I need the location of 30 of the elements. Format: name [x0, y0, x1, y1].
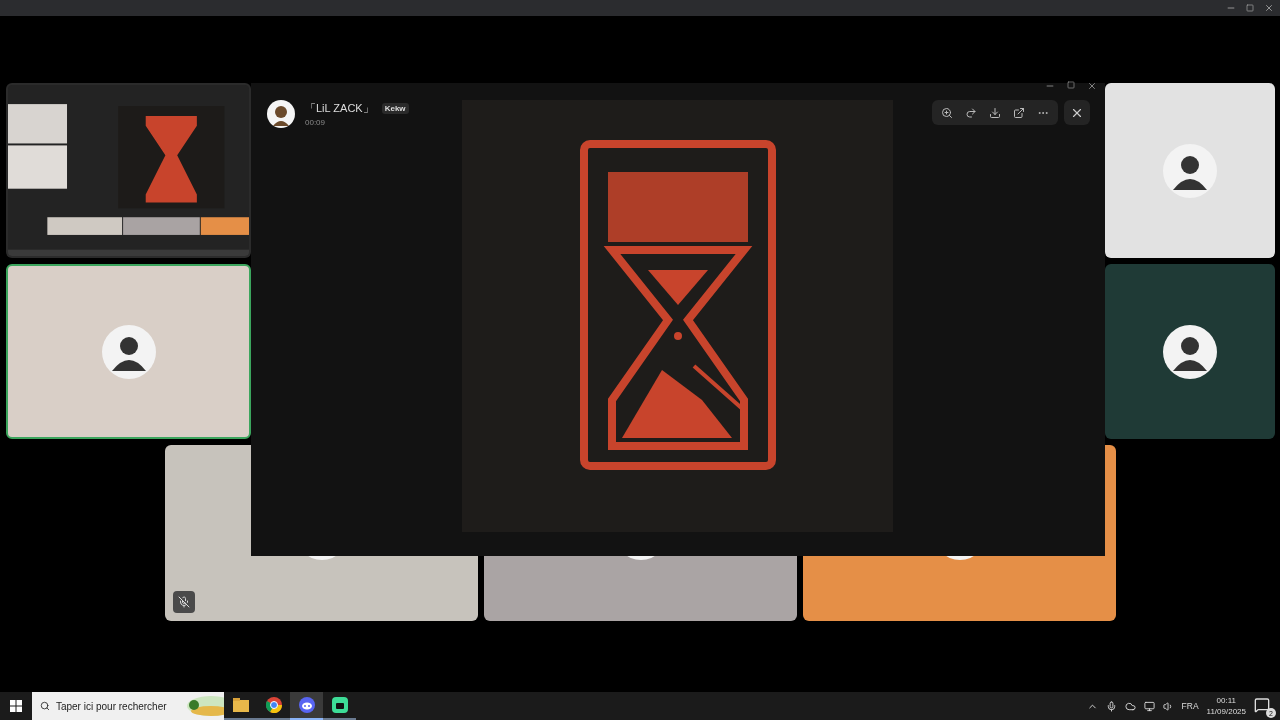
folder-icon	[232, 698, 249, 712]
close-icon[interactable]	[1264, 3, 1274, 13]
close-icon[interactable]	[1087, 81, 1097, 91]
avatar	[1163, 324, 1217, 379]
cloud-icon[interactable]	[1124, 700, 1136, 712]
language-indicator[interactable]: FRA	[1181, 701, 1199, 711]
taskbar-app[interactable]	[290, 692, 323, 720]
clock-time[interactable]: 00:11	[1216, 696, 1236, 705]
author-name[interactable]: 「LiL ZACK」	[305, 101, 374, 116]
tag-badge: Kekw	[381, 103, 409, 114]
search-icon	[40, 700, 50, 712]
search-bar[interactable]: Taper ici pour rechercher	[32, 692, 224, 720]
maximize-icon[interactable]	[1067, 81, 1075, 89]
video-tile[interactable]	[6, 264, 251, 439]
avatar	[101, 324, 156, 379]
close-button[interactable]	[1064, 100, 1090, 125]
microphone-icon[interactable]	[1105, 700, 1117, 712]
avatar	[267, 100, 295, 128]
avatar	[1163, 143, 1217, 198]
video-tile[interactable]	[1105, 83, 1275, 258]
chat-app-icon	[298, 697, 315, 713]
network-icon[interactable]	[1143, 700, 1155, 712]
app-icon	[331, 697, 348, 713]
volume-icon[interactable]	[1162, 700, 1174, 712]
video-tile[interactable]	[1105, 264, 1275, 439]
timestamp: 00:09	[305, 118, 327, 127]
maximize-icon[interactable]	[1246, 4, 1254, 12]
windows-logo-icon	[10, 700, 22, 712]
browser-icon	[265, 697, 282, 713]
clock-date[interactable]: 11/09/2025	[1206, 707, 1246, 716]
